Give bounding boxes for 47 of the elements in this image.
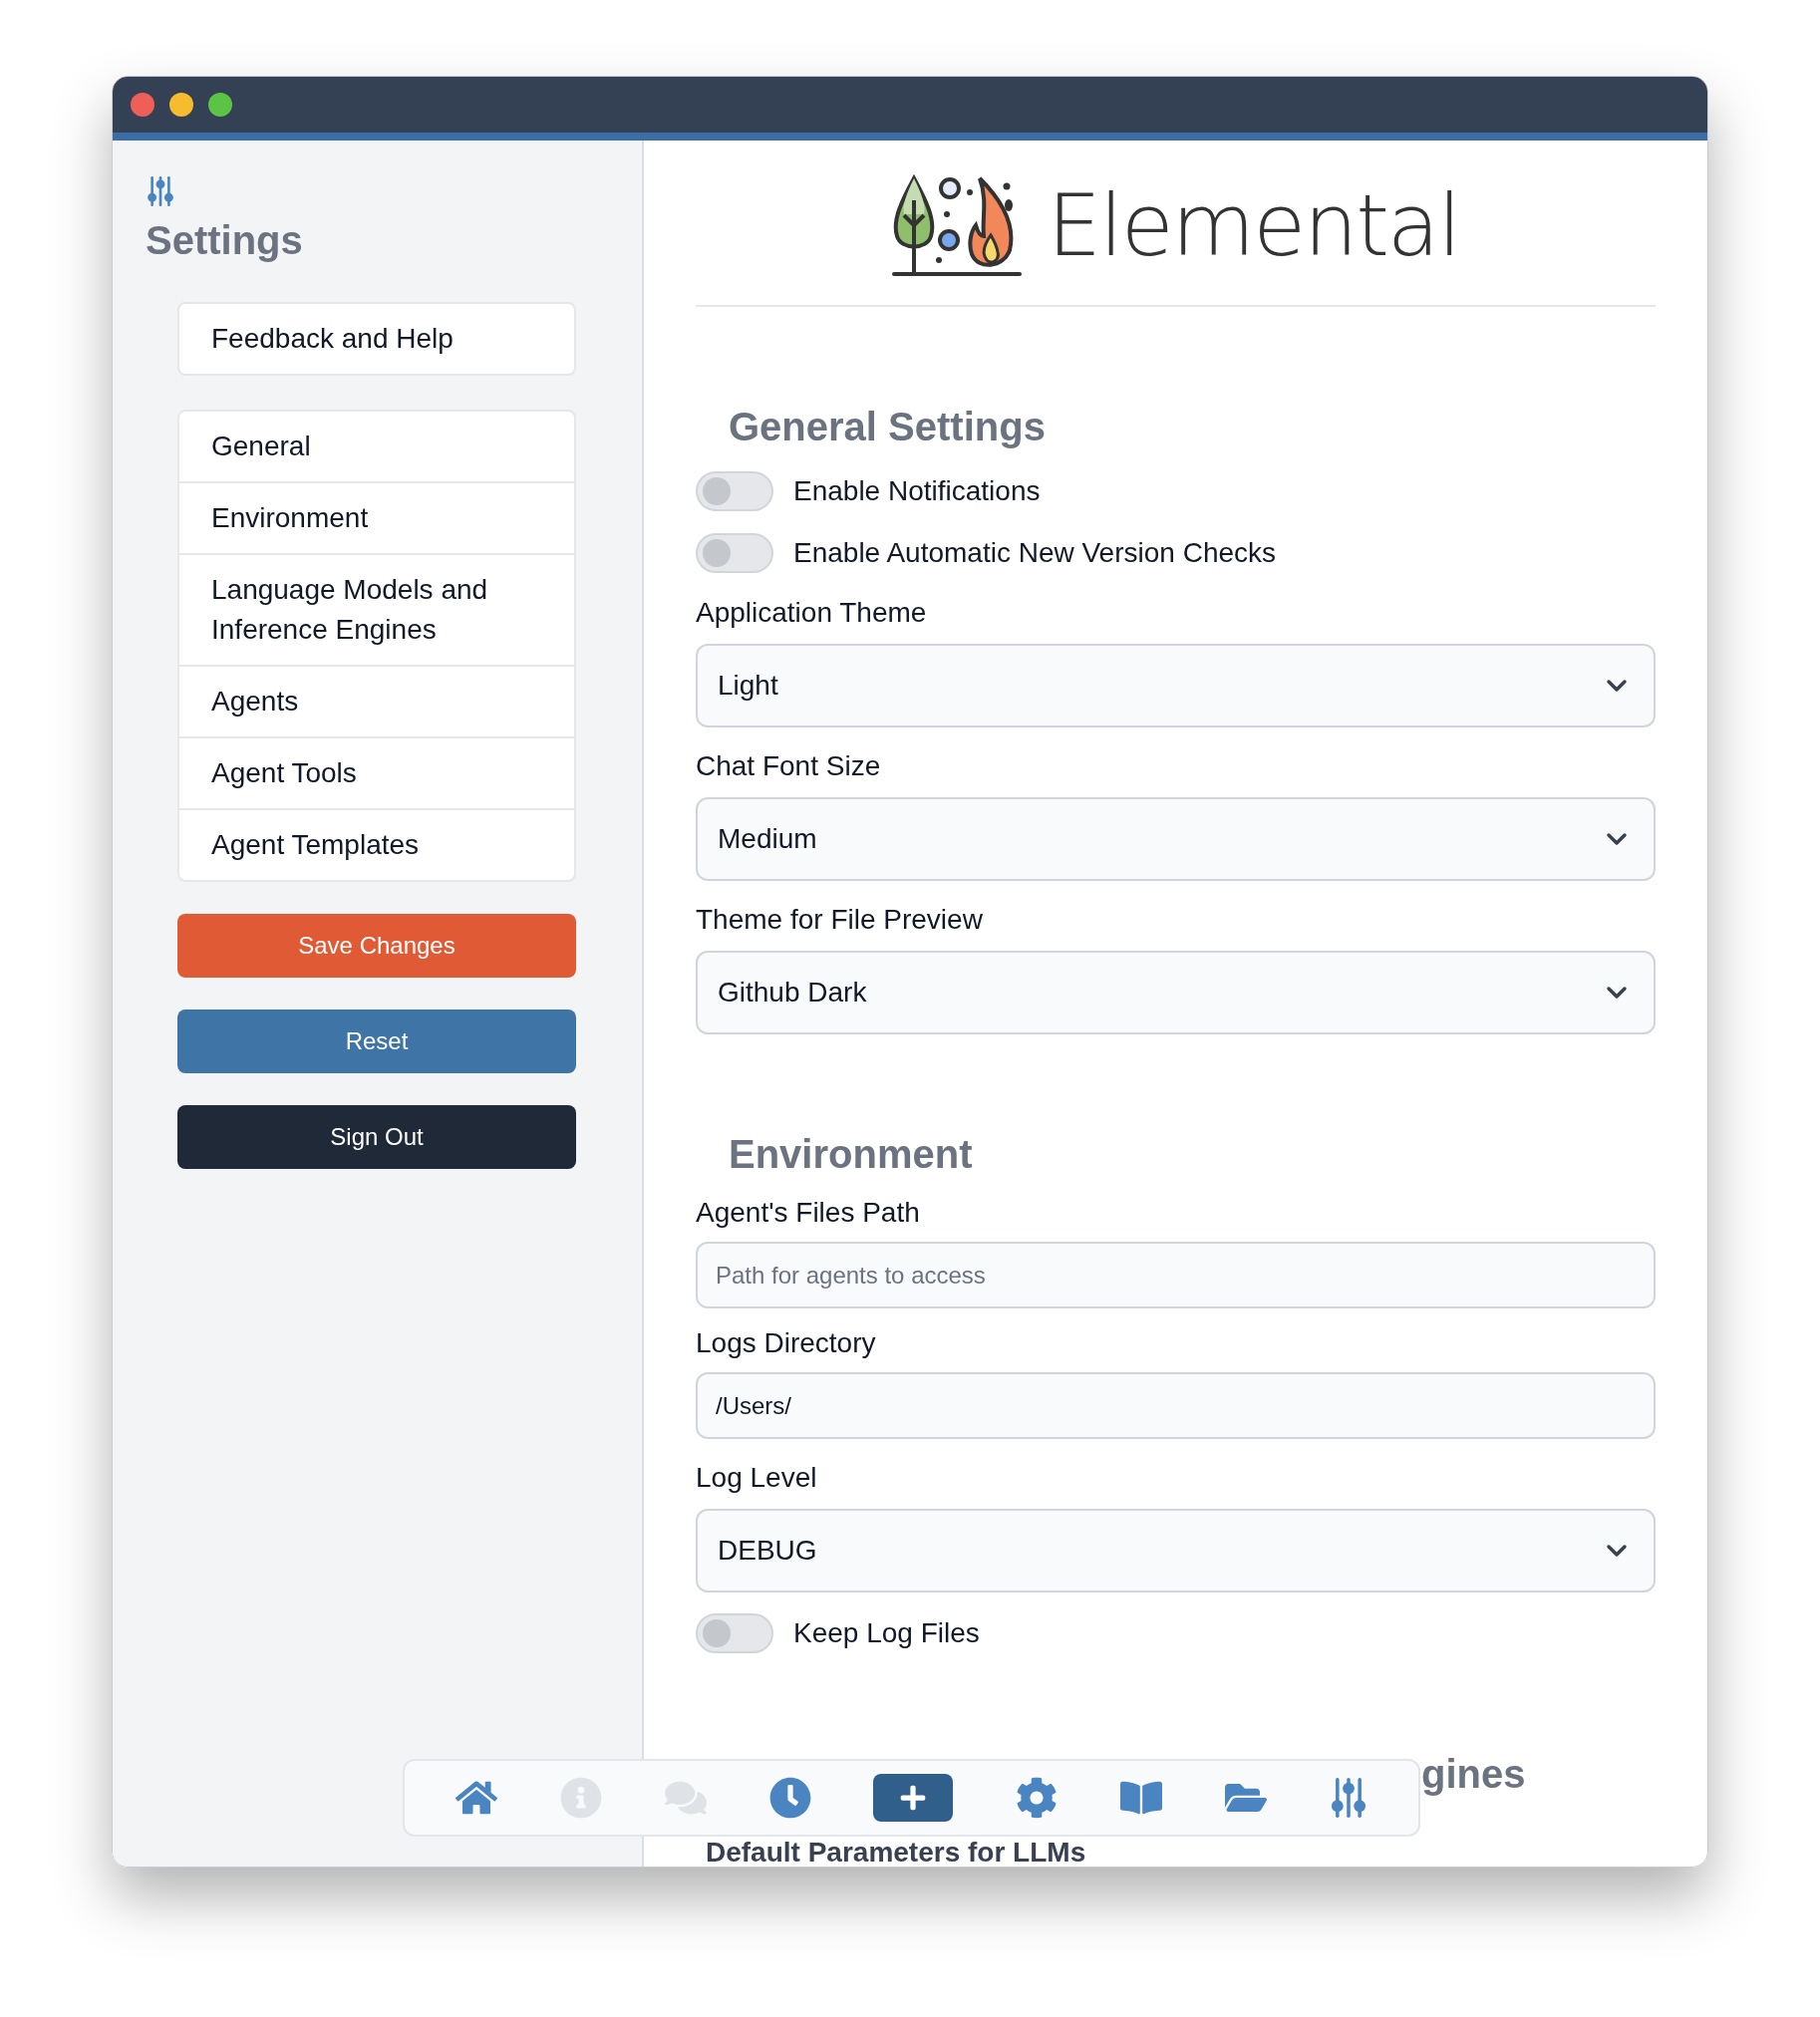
sidebar-button[interactable]: Save Changes (177, 914, 576, 978)
nav-item[interactable]: Agent Templates (179, 808, 574, 880)
field-label: Theme for File Preview (696, 903, 983, 937)
add-button[interactable] (873, 1774, 954, 1822)
toggle-switch[interactable] (696, 1613, 773, 1653)
chevron-down-icon (1606, 832, 1628, 846)
feedback-and-help-link[interactable]: Feedback and Help (177, 302, 576, 376)
app-name: Elemental (1047, 181, 1460, 268)
field-label: Chat Font Size (696, 749, 881, 783)
minimize-window-button[interactable] (169, 93, 193, 117)
chevron-down-icon (1606, 1544, 1628, 1558)
toggle-label: Enable Notifications (793, 474, 1041, 508)
toggle-label: Enable Automatic New Version Checks (793, 536, 1277, 570)
select-dropdown[interactable]: Light (696, 644, 1656, 727)
clock-icon[interactable] (768, 1777, 811, 1819)
text-field[interactable]: /Users/ (696, 1372, 1656, 1439)
field-label: Logs Directory (696, 1326, 876, 1360)
plus-icon (899, 1784, 928, 1812)
settings-icon[interactable] (1016, 1777, 1059, 1819)
zoom-window-button[interactable] (208, 93, 232, 117)
sliders-icon[interactable] (1329, 1778, 1367, 1818)
nav-item[interactable]: Agent Tools (179, 736, 574, 808)
chevron-down-icon (1606, 986, 1628, 1000)
sidebar-title: Settings (146, 217, 304, 264)
close-window-button[interactable] (131, 93, 154, 117)
section-heading: Environment (729, 1131, 973, 1178)
section-heading: gines (1421, 1751, 1526, 1798)
section-heading: General Settings (729, 404, 1046, 450)
select-dropdown[interactable]: DEBUG (696, 1509, 1656, 1592)
select-dropdown[interactable]: Medium (696, 797, 1656, 881)
sliders-icon (146, 176, 175, 206)
nav-item[interactable]: General (179, 412, 574, 481)
field-label: Agent's Files Path (696, 1196, 920, 1230)
toggle-switch[interactable] (696, 471, 773, 511)
sidebar-button[interactable]: Sign Out (177, 1105, 576, 1169)
sidebar-button[interactable]: Reset (177, 1009, 576, 1073)
nav-item[interactable]: Language Models and Inference Engines (179, 553, 574, 665)
toggle-label: Keep Log Files (793, 1616, 980, 1650)
nav-item[interactable]: Agents (179, 665, 574, 736)
text-field[interactable]: Path for agents to access (696, 1242, 1656, 1308)
field-label: Application Theme (696, 596, 927, 630)
nav-item[interactable]: Environment (179, 481, 574, 553)
chevron-down-icon (1606, 679, 1628, 693)
select-dropdown[interactable]: Github Dark (696, 951, 1656, 1034)
subsection-heading: Default Parameters for LLMs (706, 1839, 1087, 1867)
toggle-switch[interactable] (696, 533, 773, 573)
field-label: Log Level (696, 1461, 817, 1495)
